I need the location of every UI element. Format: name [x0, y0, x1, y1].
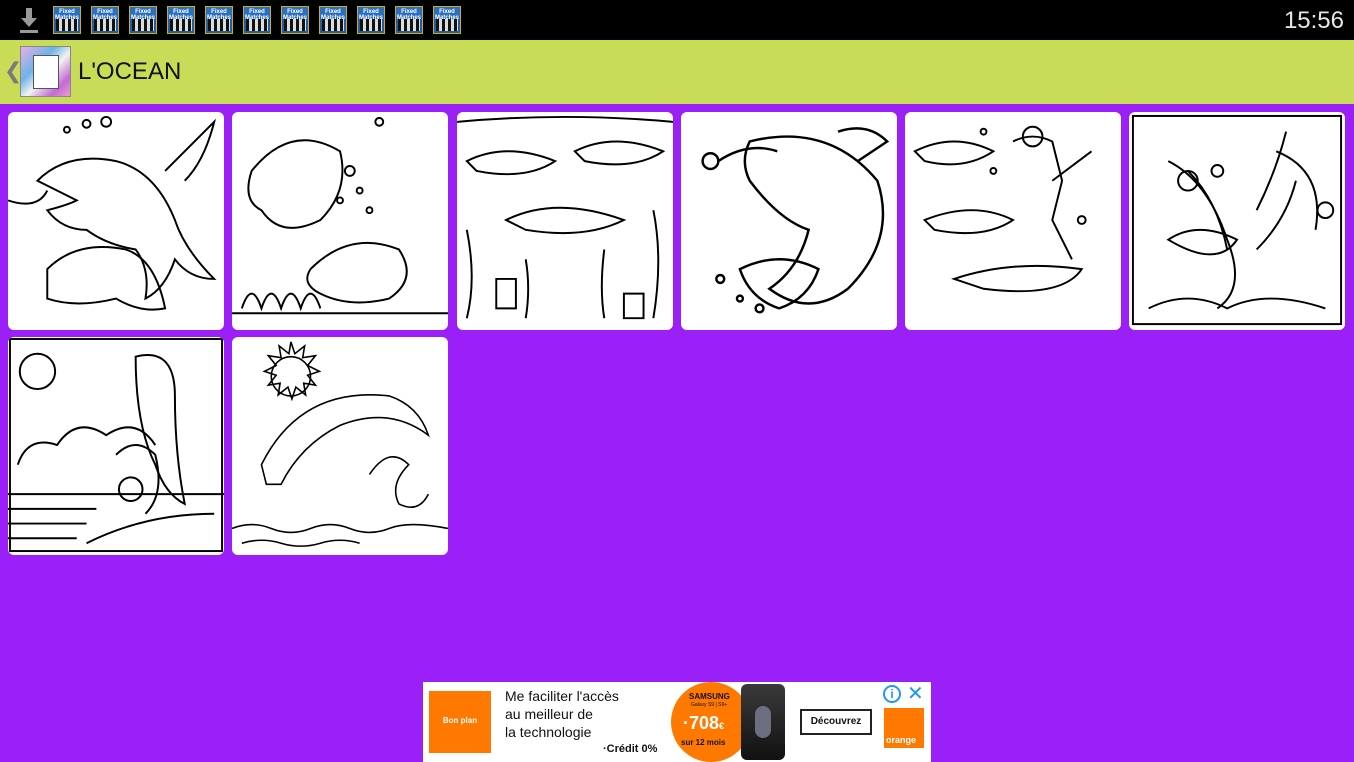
action-bar: ❮ L'OCEAN: [0, 40, 1354, 104]
fish-with-hat-drawing: [232, 116, 448, 315]
coloring-tile-6[interactable]: [1127, 110, 1347, 332]
dolphin-jumping-sun-drawing: [232, 341, 448, 547]
ad-banner[interactable]: Bon plan Me faciliter l'accès au meilleu…: [423, 682, 931, 762]
coloring-tile-3[interactable]: [455, 110, 675, 332]
fixed-matches-notification-icon: Fixed Matches: [357, 6, 385, 34]
bon-plan-logo: Bon plan: [429, 691, 491, 753]
discover-button[interactable]: Découvrez: [800, 709, 872, 735]
coloring-tile-7[interactable]: [6, 335, 226, 557]
fixed-matches-notification-icon: Fixed Matches: [319, 6, 347, 34]
coloring-tile-4[interactable]: [679, 110, 899, 332]
ad-credit-text: ·Crédit 0%: [603, 743, 658, 755]
coloring-tile-1[interactable]: [6, 110, 226, 332]
fixed-matches-notification-icon: Fixed Matches: [395, 6, 423, 34]
dolphin-school-drawing: [457, 115, 673, 320]
phone-image: [741, 684, 785, 760]
app-icon[interactable]: [20, 46, 71, 97]
fixed-matches-notification-icon: Fixed Matches: [167, 6, 195, 34]
dolphins-with-ball-drawing: [8, 338, 224, 553]
fixed-matches-notification-icon: Fixed Matches: [53, 6, 81, 34]
fixed-matches-notification-icon: Fixed Matches: [433, 6, 461, 34]
diver-and-dolphins-drawing: [913, 125, 1093, 293]
coloring-tile-8[interactable]: [230, 335, 450, 557]
clock: 15:56: [1283, 7, 1344, 34]
download-icon: [20, 8, 38, 33]
status-bar: Fixed Matches Fixed Matches Fixed Matches F…: [0, 0, 1354, 40]
two-dolphins-drawing: [8, 115, 217, 311]
coloring-tile-5[interactable]: [903, 110, 1123, 332]
ad-info-icon[interactable]: i: [883, 685, 901, 703]
swordfish-and-crab-drawing: [1131, 114, 1343, 326]
orange-logo: orange: [884, 708, 924, 748]
fish-and-bee-drawing: [701, 127, 890, 314]
ad-close-icon[interactable]: ✕: [907, 683, 924, 705]
fixed-matches-notification-icon: Fixed Matches: [243, 6, 271, 34]
fixed-matches-notification-icon: Fixed Matches: [129, 6, 157, 34]
fixed-matches-notification-icon: Fixed Matches: [91, 6, 119, 34]
fixed-matches-notification-icon: Fixed Matches: [205, 6, 233, 34]
coloring-tile-2[interactable]: [230, 110, 450, 332]
ad-headline: Me faciliter l'accès au meilleur de la t…: [505, 688, 619, 740]
fixed-matches-notification-icon: Fixed Matches: [281, 6, 309, 34]
page-title: L'OCEAN: [78, 58, 182, 85]
ad-price-badge: SAMSUNG Galaxy S9 | S9+ ·708€ sur 12 moi…: [671, 682, 751, 762]
